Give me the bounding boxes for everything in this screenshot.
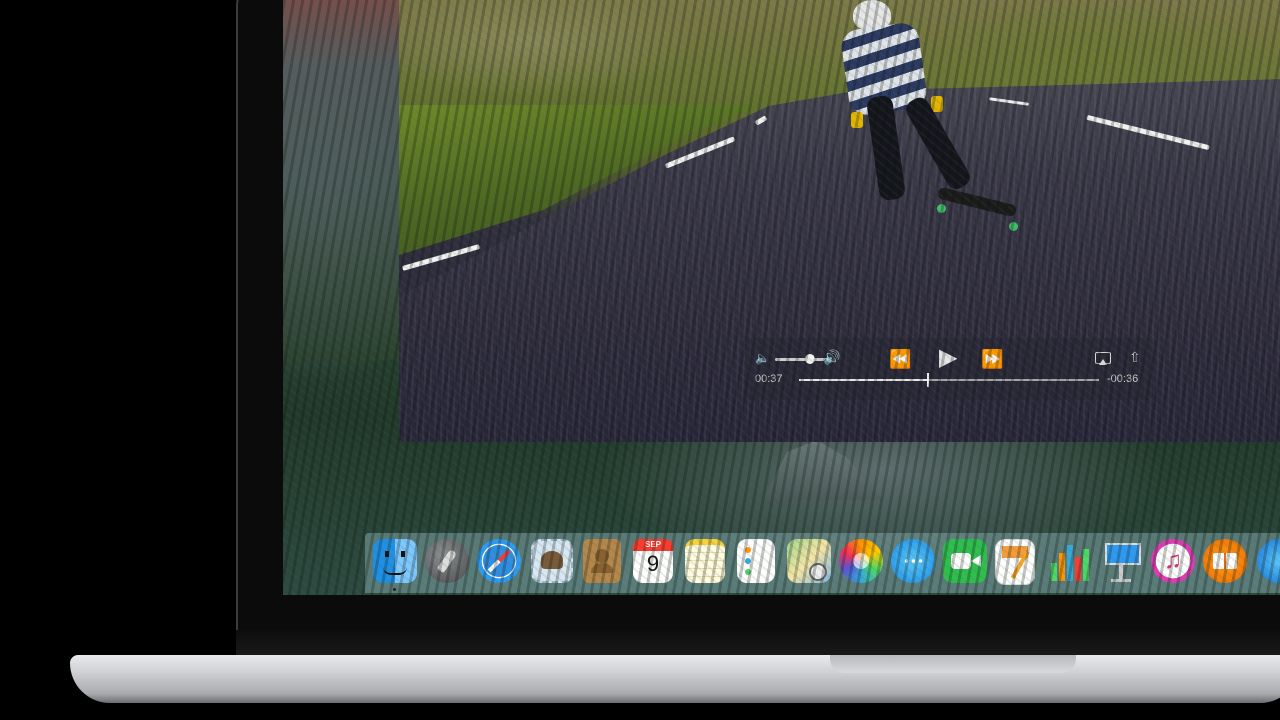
fast-forward-button[interactable]: ⏩ xyxy=(981,350,1003,368)
calendar-icon[interactable]: SEP 9 xyxy=(633,539,673,583)
dock: SEP 9 ♫ xyxy=(365,533,1280,593)
laptop-lid-notch xyxy=(830,655,1076,673)
play-button[interactable]: ▶ xyxy=(939,346,957,370)
ibooks-icon[interactable] xyxy=(1203,539,1247,583)
wheel xyxy=(1009,222,1018,231)
airplay-icon[interactable] xyxy=(1095,352,1111,365)
wallpaper-ridge xyxy=(763,440,883,500)
laptop-hinge xyxy=(236,630,1280,656)
app-store-icon[interactable] xyxy=(1257,539,1280,583)
wallpaper-cliff xyxy=(283,0,401,360)
volume-slider-knob[interactable] xyxy=(805,354,815,364)
numbers-icon[interactable] xyxy=(1047,539,1091,583)
pages-icon[interactable] xyxy=(995,539,1035,585)
skateboarder xyxy=(839,0,1018,250)
volume-high-icon[interactable]: 🔊 xyxy=(823,349,840,366)
calendar-day: 9 xyxy=(646,551,660,576)
calendar-month: SEP xyxy=(633,539,673,551)
desktop-screen: 🔈 🔊 ⏪ ▶ ⏩ ⇧ 00:37 -00:36 SEP 9 ♫ xyxy=(283,0,1280,595)
remaining-time: -00:36 xyxy=(1107,373,1139,385)
longboard xyxy=(936,186,1018,218)
scrubber-progress xyxy=(799,379,928,381)
itunes-icon[interactable]: ♫ xyxy=(1151,539,1195,583)
contacts-icon[interactable] xyxy=(583,539,621,583)
mail-icon[interactable] xyxy=(531,539,573,583)
glove xyxy=(851,112,863,128)
keynote-icon[interactable] xyxy=(1099,539,1143,583)
volume-low-icon[interactable]: 🔈 xyxy=(755,351,770,365)
video-player-window[interactable]: 🔈 🔊 ⏪ ▶ ⏩ ⇧ 00:37 -00:36 xyxy=(399,0,1280,442)
photos-icon[interactable] xyxy=(839,539,883,583)
leg xyxy=(865,94,907,202)
elapsed-time: 00:37 xyxy=(755,373,783,385)
running-indicator xyxy=(393,588,396,591)
messages-icon[interactable] xyxy=(891,539,935,583)
facetime-icon[interactable] xyxy=(943,539,987,583)
notes-icon[interactable] xyxy=(685,539,725,583)
playback-controls: 🔈 🔊 ⏪ ▶ ⏩ ⇧ 00:37 -00:36 xyxy=(745,338,1153,400)
laptop-base xyxy=(70,655,1280,703)
maps-icon[interactable] xyxy=(787,539,831,583)
scrubber-playhead[interactable] xyxy=(927,373,929,387)
reminders-icon[interactable] xyxy=(737,539,775,583)
rewind-button[interactable]: ⏪ xyxy=(889,350,911,368)
finder-icon[interactable] xyxy=(373,539,417,583)
wheel xyxy=(937,204,946,213)
safari-icon[interactable] xyxy=(477,539,521,583)
scrubber-track[interactable] xyxy=(799,373,1099,387)
share-icon[interactable]: ⇧ xyxy=(1129,349,1141,366)
launchpad-icon[interactable] xyxy=(425,539,469,583)
